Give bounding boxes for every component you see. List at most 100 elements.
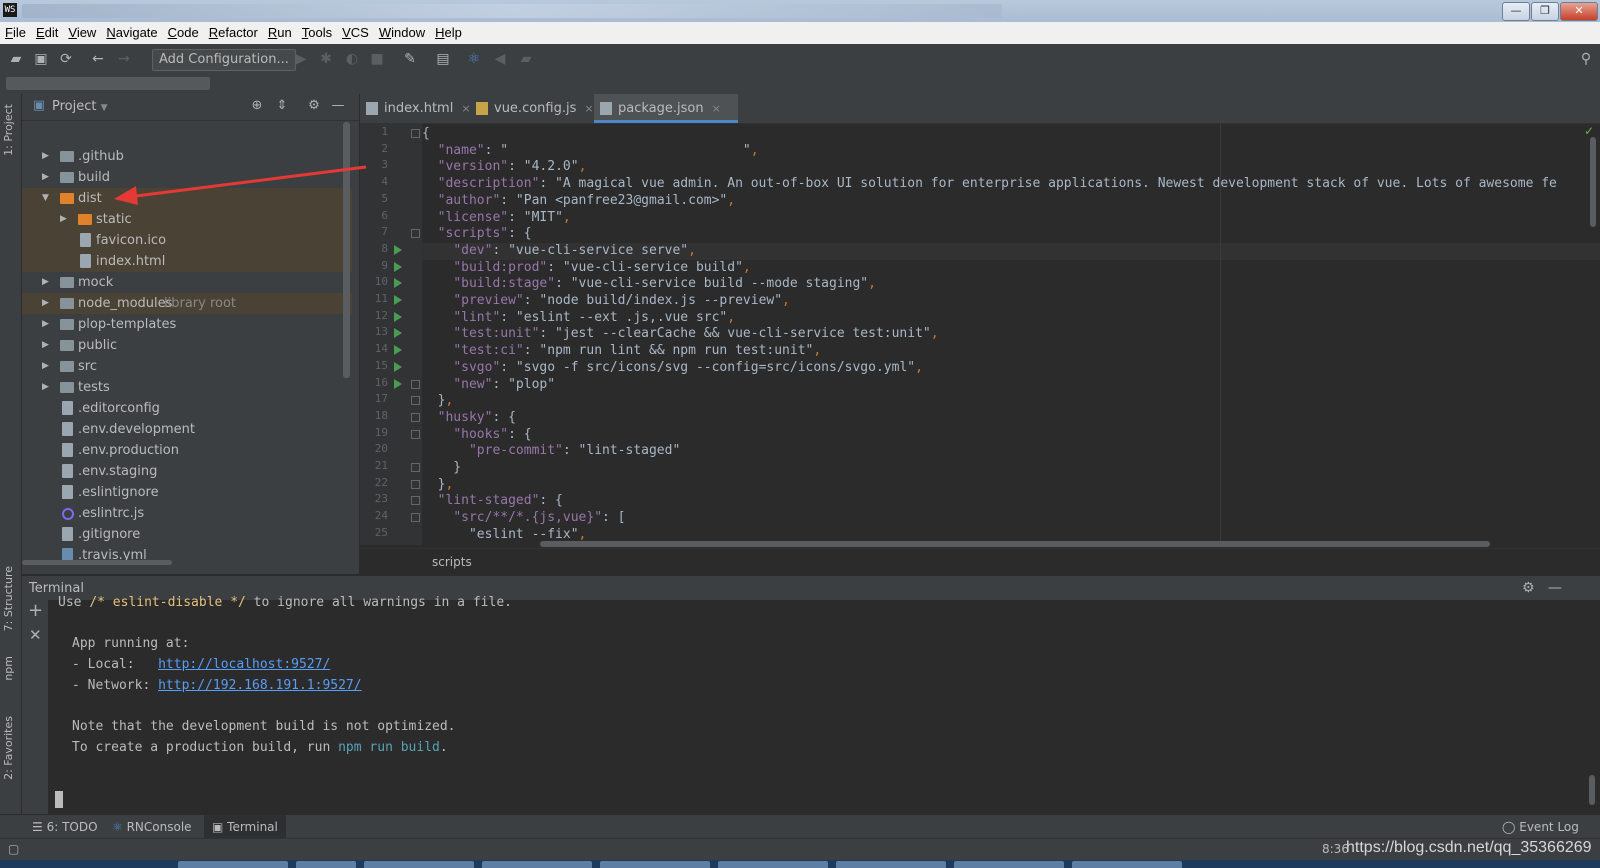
tab-vue-config-js[interactable]: vue.config.js ×	[470, 94, 604, 123]
run-script-icon[interactable]	[394, 328, 402, 339]
maximize-button[interactable]: ❐	[1531, 2, 1559, 21]
close-session-icon[interactable]: ✕	[29, 626, 42, 644]
menu-view[interactable]: View	[63, 22, 101, 44]
coverage-icon[interactable]: ◐	[344, 51, 360, 67]
share-icon[interactable]: ◀	[492, 51, 508, 67]
chevron-right-icon[interactable]: ▶	[42, 167, 52, 188]
tab-package-json[interactable]: package.json ×	[594, 94, 738, 123]
menu-navigate[interactable]: Navigate	[101, 22, 162, 44]
locate-icon[interactable]: ⊕	[250, 99, 264, 113]
sync-icon[interactable]: ⟳	[58, 51, 74, 67]
close-tab-icon[interactable]: ×	[712, 102, 721, 115]
settings-wrench-icon[interactable]: ✎	[402, 51, 418, 67]
chevron-right-icon[interactable]: ▶	[60, 209, 70, 230]
tree-item[interactable]: ▶ build	[22, 167, 352, 188]
tree-item[interactable]: .eslintrc.js	[22, 503, 352, 524]
gear-icon[interactable]: ⚙	[1522, 580, 1535, 596]
menu-code[interactable]: Code	[163, 22, 204, 44]
terminal-scrollbar[interactable]	[1589, 775, 1595, 805]
tab-index-html[interactable]: index.html ×	[360, 94, 480, 123]
todo-tool-tab[interactable]: ☰ 6: TODO	[24, 815, 106, 839]
save-icon[interactable]: ▣	[33, 51, 49, 67]
close-button[interactable]: ✕	[1560, 2, 1598, 21]
menu-help[interactable]: Help	[430, 22, 467, 44]
back-arrow-icon[interactable]: ←	[90, 51, 106, 67]
run-script-icon[interactable]	[394, 244, 402, 255]
taskbar-item[interactable]	[296, 861, 356, 868]
chevron-right-icon[interactable]: ▶	[42, 314, 52, 335]
fold-marker-icon[interactable]	[411, 229, 420, 239]
project-view-selector[interactable]: Project ▼	[52, 99, 108, 114]
run-script-icon[interactable]	[394, 278, 402, 289]
fold-marker-icon[interactable]	[411, 429, 420, 439]
run-script-icon[interactable]	[394, 295, 402, 305]
menu-tools[interactable]: Tools	[297, 22, 337, 44]
cursor-position[interactable]: 8:36	[1322, 842, 1349, 856]
folder-icon[interactable]: ▰	[518, 51, 534, 67]
run-script-icon[interactable]	[394, 378, 402, 389]
tree-item[interactable]: favicon.ico	[22, 230, 352, 251]
forward-arrow-icon[interactable]: →	[116, 51, 132, 67]
npm-tool-tab[interactable]: npm	[2, 656, 15, 681]
structure-tool-tab[interactable]: 7: Structure	[2, 566, 15, 631]
fold-marker-icon[interactable]	[411, 463, 420, 472]
tree-item[interactable]: index.html	[22, 251, 352, 272]
project-tool-tab[interactable]: 1: Project	[2, 104, 15, 156]
tree-item[interactable]: .env.development	[22, 419, 352, 440]
tree-item[interactable]: ▶ public	[22, 335, 352, 356]
tree-item[interactable]: ▶ node_modules library root	[22, 293, 352, 314]
editor-horizontal-scrollbar[interactable]	[540, 541, 1490, 547]
close-tab-icon[interactable]: ×	[584, 102, 593, 115]
collapse-all-icon[interactable]: ⇕	[275, 99, 289, 113]
run-icon[interactable]: ▶	[293, 51, 309, 67]
taskbar-item[interactable]	[364, 861, 474, 868]
run-script-icon[interactable]	[394, 311, 402, 322]
local-url-link[interactable]: http://localhost:9527/	[158, 657, 330, 672]
tree-item[interactable]: ▶ plop-templates	[22, 314, 352, 335]
taskbar-item[interactable]	[954, 861, 1064, 868]
run-script-icon[interactable]	[394, 345, 402, 356]
hide-panel-icon[interactable]: —	[1548, 580, 1562, 596]
menu-file[interactable]: File	[0, 22, 31, 44]
chevron-right-icon[interactable]: ▶	[42, 356, 52, 377]
tree-item[interactable]: ▶ mock	[22, 272, 352, 293]
menu-window[interactable]: Window	[374, 22, 430, 44]
debug-icon[interactable]: ✱	[318, 51, 334, 67]
tree-item[interactable]: .eslintignore	[22, 482, 352, 503]
run-script-icon[interactable]	[394, 261, 402, 272]
breadcrumb-item[interactable]: scripts	[432, 555, 472, 569]
chevron-right-icon[interactable]: ▶	[42, 293, 52, 314]
tree-item[interactable]: ▶ static	[22, 209, 352, 230]
fold-marker-icon[interactable]	[411, 129, 420, 138]
taskbar-item[interactable]	[1072, 861, 1182, 868]
chevron-right-icon[interactable]: ▶	[42, 146, 52, 167]
chevron-right-icon[interactable]: ▶	[42, 272, 52, 293]
tree-item[interactable]: ▶ src	[22, 356, 352, 377]
taskbar-item[interactable]	[482, 861, 592, 868]
hide-panel-icon[interactable]: —	[331, 99, 345, 113]
project-horizontal-scrollbar[interactable]	[22, 560, 172, 565]
fold-marker-icon[interactable]	[411, 496, 420, 506]
add-configuration-button[interactable]: Add Configuration...	[152, 49, 296, 71]
taskbar-item[interactable]	[836, 861, 946, 868]
search-icon[interactable]: ⚲	[1578, 51, 1594, 67]
chevron-down-icon[interactable]: ▼	[42, 188, 52, 209]
structure-icon[interactable]: ▤	[435, 51, 451, 67]
toggle-panels-icon[interactable]: ▢	[8, 842, 19, 856]
taskbar-item[interactable]	[600, 861, 710, 868]
chevron-right-icon[interactable]: ▶	[42, 335, 52, 356]
fold-marker-icon[interactable]	[411, 396, 420, 406]
open-folder-icon[interactable]: ▰	[8, 51, 24, 67]
tree-item[interactable]: ▶ tests	[22, 377, 352, 398]
project-scrollbar[interactable]	[343, 122, 350, 378]
favorites-tool-tab[interactable]: 2: Favorites	[2, 716, 15, 780]
taskbar-item[interactable]	[178, 861, 288, 868]
react-icon[interactable]: ⚛	[466, 51, 482, 67]
network-url-link[interactable]: http://192.168.191.1:9527/	[158, 678, 362, 693]
tree-item[interactable]: .editorconfig	[22, 398, 352, 419]
editor-scrollbar[interactable]	[1590, 137, 1596, 227]
fold-marker-icon[interactable]	[411, 479, 420, 489]
chevron-right-icon[interactable]: ▶	[42, 377, 52, 398]
menu-run[interactable]: Run	[263, 22, 297, 44]
run-script-icon[interactable]	[394, 361, 402, 372]
